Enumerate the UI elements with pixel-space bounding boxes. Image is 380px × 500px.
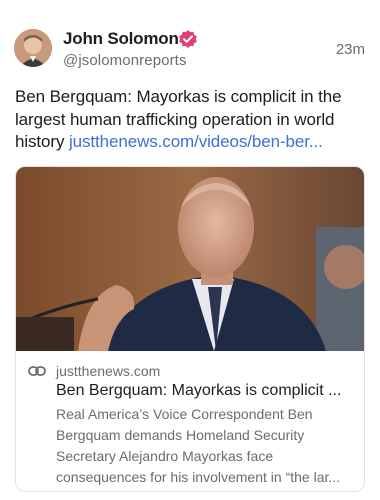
post-link[interactable]: justthenews.com/videos/ben-ber... [69, 132, 323, 151]
link-domain-row: justthenews.com [28, 362, 160, 380]
author-name[interactable]: John Solomon [63, 29, 179, 49]
link-icon [28, 366, 46, 376]
timestamp: 23m [335, 41, 365, 58]
avatar[interactable] [14, 29, 52, 67]
link-preview-image[interactable] [16, 167, 364, 351]
link-title[interactable]: Ben Bergquam: Mayorkas is complicit ... [56, 382, 356, 400]
verified-icon [179, 30, 197, 48]
link-domain: justthenews.com [56, 363, 161, 379]
post-text: Ben Bergquam: Mayorkas is complicit in t… [15, 86, 367, 154]
author-handle[interactable]: @jsolomonreports [63, 52, 187, 69]
link-preview-card[interactable]: justthenews.com Ben Bergquam: Mayorkas i… [15, 166, 365, 492]
post-card[interactable]: John Solomon @jsolomonreports 23m Ben Be… [0, 0, 380, 500]
link-description: Real America’s Voice Correspondent Ben B… [56, 406, 341, 485]
